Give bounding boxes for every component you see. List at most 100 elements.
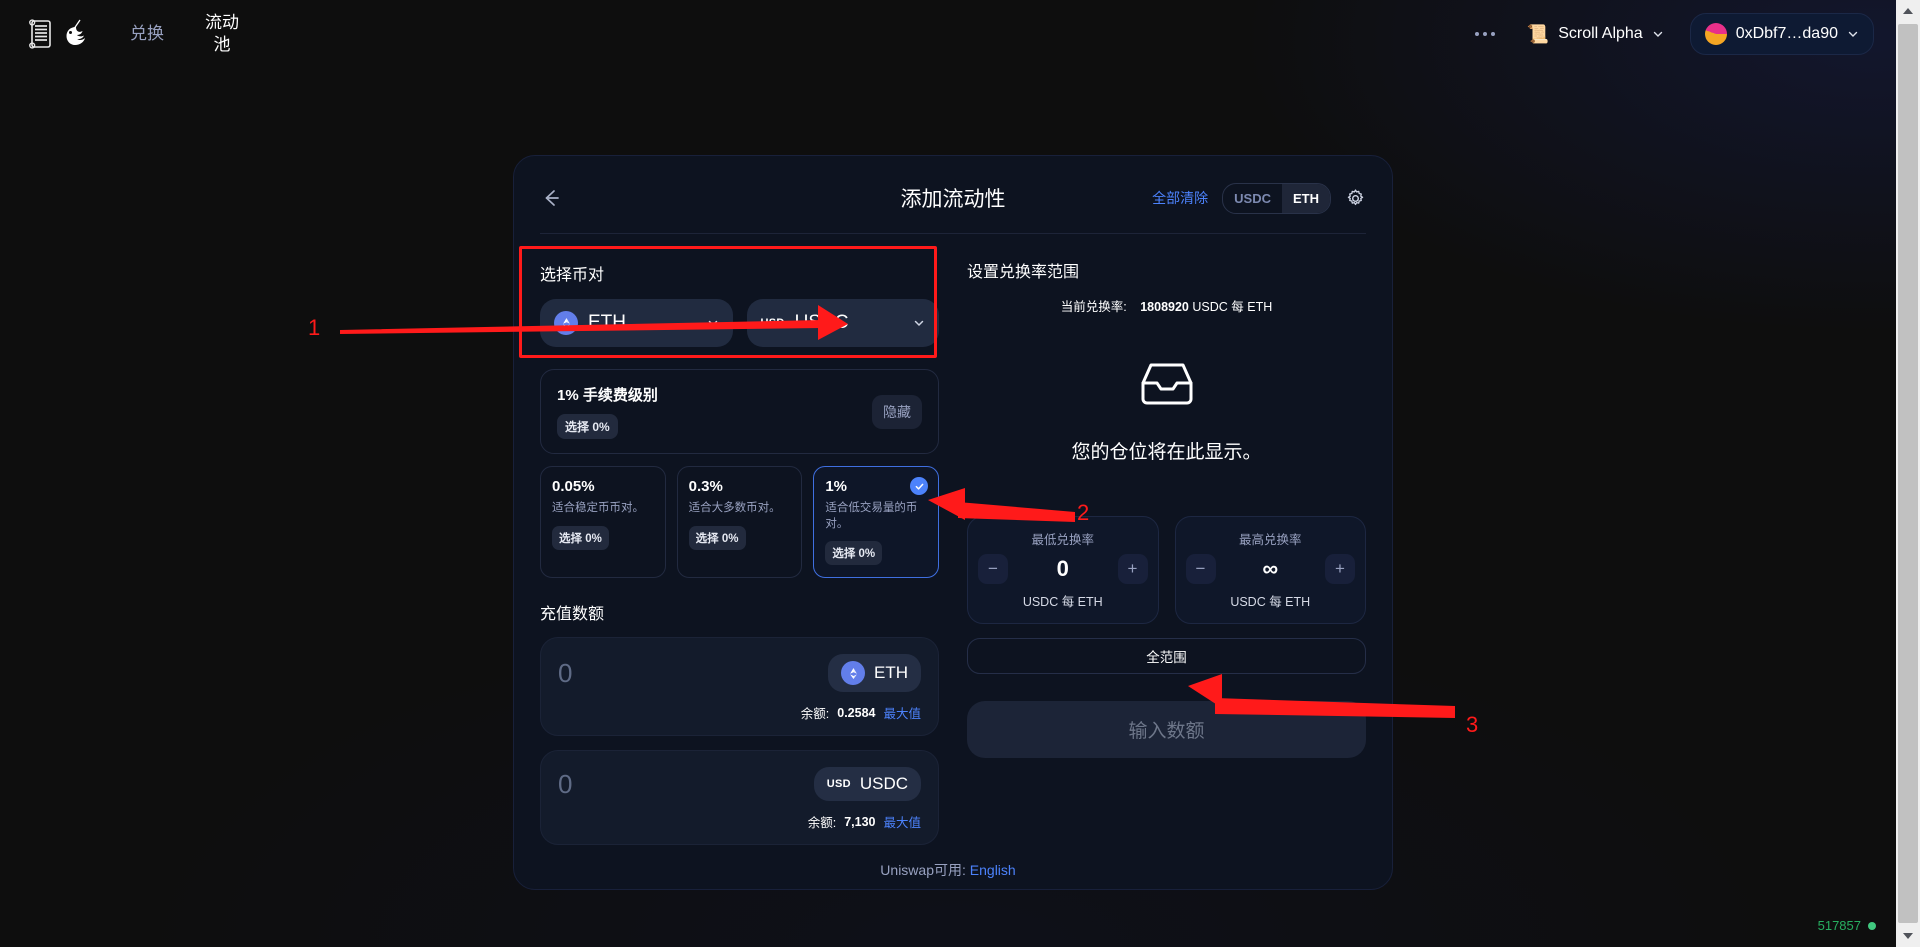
token-a-symbol: ETH bbox=[588, 312, 626, 333]
scroll-up-arrow-icon[interactable] bbox=[1896, 0, 1920, 22]
card-body: 选择币对 ETH USD USDC 1% 手续费级别 选择 0% 隐藏 0.05… bbox=[540, 258, 1366, 859]
fee-tier-select-badge: 选择 0% bbox=[557, 414, 618, 439]
footer-text: Uniswap可用: bbox=[880, 862, 966, 878]
usd-logo-icon: USD bbox=[826, 778, 851, 791]
scroll-icon bbox=[29, 19, 51, 49]
network-label: Scroll Alpha bbox=[1558, 25, 1643, 42]
fee-tier-badge: 选择 0% bbox=[688, 525, 746, 550]
nav-item-pool-line2: 池 bbox=[213, 35, 231, 54]
token-a-select[interactable]: ETH bbox=[540, 299, 733, 347]
clear-all-button[interactable]: 全部清除 bbox=[1152, 188, 1208, 208]
nav-item-swap[interactable]: 兑换 bbox=[130, 23, 164, 45]
max-button[interactable]: 最大值 bbox=[883, 703, 921, 722]
brand-logo[interactable] bbox=[28, 18, 92, 50]
annotation-number-1: 1 bbox=[308, 315, 321, 340]
deposit-input-usdc: USD USDC 余额: 7,130 最大值 bbox=[540, 750, 939, 846]
min-price-increment-button[interactable]: + bbox=[1117, 554, 1148, 584]
usdc-amount-input[interactable] bbox=[558, 768, 748, 800]
network-selector-button[interactable]: 📜 Scroll Alpha bbox=[1515, 16, 1676, 52]
chevron-down-icon bbox=[708, 320, 717, 327]
balance-label: 余额: bbox=[807, 816, 837, 831]
block-number-status[interactable]: 517857 bbox=[1818, 918, 1876, 933]
toggle-option-eth[interactable]: ETH bbox=[1282, 183, 1330, 213]
fee-tier-percent: 0.3% bbox=[688, 478, 723, 495]
chevron-down-icon bbox=[1653, 31, 1662, 37]
deposit-amounts-title: 充值数额 bbox=[540, 606, 605, 624]
min-price-label: 最低兑换率 bbox=[1031, 533, 1094, 547]
fee-tier-summary-left: 1% 手续费级别 选择 0% bbox=[557, 384, 658, 439]
max-price-decrement-button[interactable]: − bbox=[1185, 554, 1216, 584]
language-link[interactable]: English bbox=[970, 862, 1016, 878]
unicorn-icon bbox=[66, 19, 85, 45]
max-price-card: 最高兑换率 − ∞ + USDC 每 ETH bbox=[1174, 516, 1366, 624]
toggle-option-usdc[interactable]: USDC bbox=[1223, 184, 1282, 213]
full-range-button[interactable]: 全范围 bbox=[967, 638, 1366, 674]
eth-amount-input[interactable] bbox=[558, 657, 748, 689]
status-indicator-dot bbox=[1868, 921, 1876, 930]
usdc-token-chip[interactable]: USD USDC bbox=[813, 767, 921, 802]
account-address: 0xDbf7…da90 bbox=[1735, 25, 1838, 42]
gear-icon[interactable] bbox=[1345, 188, 1366, 209]
min-price-card: 最低兑换率 − 0 + USDC 每 ETH bbox=[967, 516, 1159, 624]
price-range-title: 设置兑换率范围 bbox=[967, 264, 1080, 281]
card-header: 添加流动性 全部清除 USDC ETH bbox=[540, 178, 1366, 218]
app-root: 兑换 流动 池 📜 Scroll Alpha 0xDbf7…da90 添加流动性… bbox=[0, 0, 1920, 947]
max-price-increment-button[interactable]: + bbox=[1325, 554, 1355, 584]
fee-tier-description: 适合大多数币对。 bbox=[688, 502, 781, 514]
min-price-decrement-button[interactable]: − bbox=[978, 554, 1008, 584]
current-rate-value: 1808920 bbox=[1140, 300, 1189, 314]
back-arrow-icon[interactable] bbox=[540, 187, 562, 209]
header-actions: 📜 Scroll Alpha 0xDbf7…da90 bbox=[1469, 13, 1874, 55]
fee-tier-percent: 0.05% bbox=[552, 478, 595, 495]
nav-item-pool[interactable]: 流动 池 bbox=[198, 12, 246, 56]
usd-logo-icon: USD bbox=[760, 317, 785, 329]
fee-tier-option-005[interactable]: 0.05% 适合稳定币币对。 选择 0% bbox=[540, 466, 666, 579]
scrollbar-thumb[interactable] bbox=[1898, 24, 1918, 923]
max-button[interactable]: 最大值 bbox=[883, 812, 921, 831]
hide-fee-tiers-button[interactable]: 隐藏 bbox=[872, 394, 922, 429]
fee-tier-description: 适合稳定币币对。 bbox=[552, 502, 644, 514]
eth-logo-icon bbox=[554, 311, 578, 335]
token-pair-row: ETH USD USDC bbox=[540, 299, 939, 347]
max-price-label: 最高兑换率 bbox=[1238, 533, 1302, 547]
add-liquidity-card: 添加流动性 全部清除 USDC ETH 选择币对 ETH USD USDC 1%… bbox=[513, 155, 1393, 891]
app-header: 兑换 流动 池 📜 Scroll Alpha 0xDbf7…da90 bbox=[0, 0, 1896, 68]
base-token-toggle: USDC ETH bbox=[1222, 182, 1331, 214]
balance-value: 0.2584 bbox=[837, 705, 876, 720]
fee-tier-badge: 选择 0% bbox=[552, 525, 609, 550]
min-price-stepper: − 0 + bbox=[978, 554, 1148, 584]
max-price-value[interactable]: ∞ bbox=[1216, 556, 1326, 582]
position-empty-text: 您的仓位将在此显示。 bbox=[1071, 442, 1262, 463]
page-scrollbar[interactable] bbox=[1896, 0, 1920, 947]
block-number-value: 517857 bbox=[1817, 918, 1861, 933]
fee-tier-option-1[interactable]: 1% 适合低交易量的币对。 选择 0% bbox=[813, 466, 940, 579]
fee-tier-summary: 1% 手续费级别 选择 0% 隐藏 bbox=[540, 369, 939, 454]
inbox-icon bbox=[1141, 363, 1192, 405]
footer: Uniswap可用: English bbox=[0, 860, 1896, 880]
left-column: 选择币对 ETH USD USDC 1% 手续费级别 选择 0% 隐藏 0.05… bbox=[540, 258, 940, 859]
card-header-actions: 全部清除 USDC ETH bbox=[1152, 182, 1366, 214]
annotation-number-3: 3 bbox=[1466, 712, 1479, 737]
fee-tier-option-03[interactable]: 0.3% 适合大多数币对。 选择 0% bbox=[676, 466, 803, 579]
price-range-inputs: 最低兑换率 − 0 + USDC 每 ETH 最高兑换率 − ∞ + USDC … bbox=[967, 516, 1366, 624]
fee-tier-description: 适合低交易量的币对。 bbox=[825, 502, 918, 530]
eth-logo-icon bbox=[841, 661, 865, 686]
account-button[interactable]: 0xDbf7…da90 bbox=[1689, 13, 1874, 55]
deposit-input-eth: ETH 余额: 0.2584 最大值 bbox=[540, 637, 939, 737]
right-column: 设置兑换率范围 当前兑换率: 1808920 USDC 每 ETH 您的仓位将在… bbox=[967, 258, 1366, 859]
scroll-down-arrow-icon[interactable] bbox=[1896, 925, 1920, 947]
eth-token-chip[interactable]: ETH bbox=[828, 654, 921, 693]
eth-token-symbol: ETH bbox=[874, 663, 908, 683]
submit-button[interactable]: 输入数额 bbox=[967, 701, 1366, 758]
current-rate-unit: USDC 每 ETH bbox=[1192, 300, 1273, 314]
min-price-value[interactable]: 0 bbox=[1008, 556, 1118, 582]
eth-balance-row: 余额: 0.2584 最大值 bbox=[558, 703, 921, 722]
deposit-input-row: ETH bbox=[558, 654, 921, 693]
select-pair-title: 选择币对 bbox=[540, 267, 605, 284]
deposit-input-row: USD USDC bbox=[558, 767, 921, 802]
more-menu-icon[interactable] bbox=[1469, 24, 1501, 44]
token-pair-selector: 选择币对 ETH USD USDC bbox=[540, 258, 939, 357]
fee-tier-options: 0.05% 适合稳定币币对。 选择 0% 0.3% 适合大多数币对。 选择 0% bbox=[540, 466, 940, 579]
nav-item-pool-line1: 流动 bbox=[205, 12, 239, 32]
token-b-select[interactable]: USD USDC bbox=[746, 299, 939, 347]
